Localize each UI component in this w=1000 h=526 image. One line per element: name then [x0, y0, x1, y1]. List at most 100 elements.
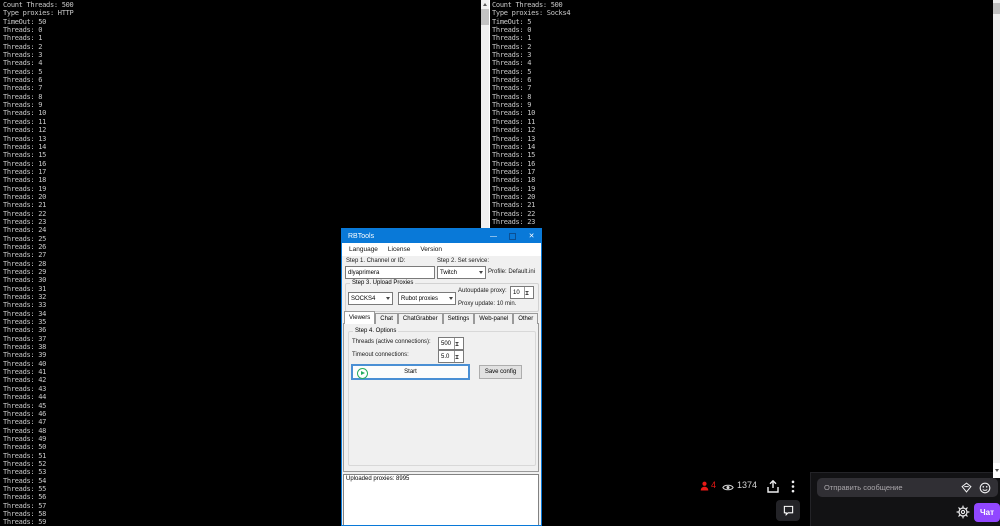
console-line: Threads: 9	[3, 101, 43, 110]
console-line: Threads: 56	[3, 493, 47, 502]
menu-license[interactable]: License	[383, 246, 415, 253]
console-line: Threads: 3	[3, 51, 43, 60]
console-line: Threads: 34	[3, 309, 47, 318]
proxy-log-textarea[interactable]: Uploaded proxies: 8995	[343, 474, 539, 525]
console-line: Threads: 6	[3, 76, 43, 85]
console-left-output: Count Threads: 500 Type proxies: HTTP Time…	[3, 1, 74, 526]
tab-chat[interactable]: Chat	[375, 313, 398, 324]
console-right-scrollbar[interactable]	[993, 0, 1000, 478]
console-line: Threads: 17	[3, 167, 47, 176]
console-line: Count Threads: 500	[3, 1, 74, 9]
threads-value: 500	[441, 340, 452, 347]
tab-other[interactable]: Other	[513, 313, 539, 324]
step3-groupbox: Step 3. Upload Proxies SOCKS4 Rubot prox…	[345, 280, 539, 312]
scroll-up-icon[interactable]	[481, 0, 489, 9]
console-line: Threads: 27	[3, 251, 47, 260]
chat-send-button[interactable]: Чат	[974, 503, 1000, 522]
console-line: TimeOut: 50	[3, 17, 47, 26]
tab-webpanel[interactable]: Web-panel	[474, 313, 514, 324]
service-select[interactable]: Twitch	[437, 266, 486, 279]
console-line: Threads: 42	[3, 376, 47, 385]
console-line: Type proxies: HTTP	[3, 9, 74, 18]
save-config-button[interactable]: Save config	[479, 365, 522, 379]
console-line: Threads: 20	[3, 192, 47, 201]
threads-spinner[interactable]: 500	[438, 337, 464, 350]
scrollbar-thumb[interactable]	[993, 3, 1000, 14]
console-line: Threads: 33	[3, 301, 47, 310]
channel-id-value: dlyaprimera	[348, 269, 380, 276]
step4-groupbox: Step 4. Options Threads (active connecti…	[348, 328, 536, 466]
proxy-source-select[interactable]: Rubot proxies	[398, 292, 456, 305]
console-line: Threads: 39	[3, 351, 47, 360]
start-button-label: Start	[404, 369, 417, 375]
spin-down-icon[interactable]	[525, 291, 533, 299]
autoupdate-label: Autoupdate proxy:	[458, 288, 507, 294]
chat-input-placeholder: Отправить сообщение	[824, 483, 903, 492]
more-options-icon[interactable]	[791, 480, 795, 493]
emote-icon[interactable]	[979, 482, 991, 494]
start-button[interactable]: Start	[351, 364, 470, 380]
profile-label: Profile: Default.ini	[488, 269, 536, 275]
console-line: Threads: 4	[492, 59, 532, 68]
console-line: Threads: 43	[3, 384, 47, 393]
chat-settings-gear-icon[interactable]	[956, 505, 970, 519]
step2-label: Step 2. Set service:	[437, 258, 490, 264]
console-line: Threads: 7	[492, 84, 532, 93]
save-button-label: Save config	[484, 369, 517, 375]
console-line: Threads: 15	[3, 151, 47, 160]
proxy-type-select[interactable]: SOCKS4	[348, 292, 393, 305]
console-line: Threads: 18	[492, 176, 536, 185]
scroll-down-icon[interactable]	[993, 463, 1000, 478]
console-line: Threads: 28	[3, 259, 47, 268]
timeout-spinner[interactable]: 5.0	[438, 350, 464, 363]
chevron-down-icon	[479, 271, 483, 274]
console-line: Threads: 54	[3, 476, 47, 485]
console-line: Threads: 47	[3, 418, 47, 427]
share-icon[interactable]	[767, 480, 779, 493]
tab-chatgrabber[interactable]: ChatGrabber	[397, 313, 443, 324]
maximize-button[interactable]	[503, 229, 522, 243]
viewer-count: 1374	[737, 480, 758, 490]
console-line: Threads: 35	[3, 318, 47, 327]
console-line: Threads: 50	[3, 443, 47, 452]
chat-panel: Отправить сообщение Чат	[810, 472, 1000, 526]
close-button[interactable]: ✕	[522, 229, 541, 243]
title-bar[interactable]: RBTools — ✕	[342, 229, 541, 243]
window-title: RBTools	[348, 232, 375, 240]
console-line: Threads: 21	[3, 201, 47, 210]
console-line: Threads: 2	[492, 42, 532, 51]
console-line: Threads: 21	[492, 201, 536, 210]
chat-message-input[interactable]: Отправить сообщение	[817, 478, 998, 497]
console-line: Threads: 11	[492, 117, 536, 126]
channel-id-input[interactable]: dlyaprimera	[345, 266, 435, 279]
menu-version[interactable]: Version	[415, 246, 447, 253]
tab-viewers[interactable]: Viewers	[344, 311, 376, 324]
chevron-down-icon	[386, 297, 390, 300]
bits-icon[interactable]	[961, 482, 972, 493]
viewers-tab-panel: Step 4. Options Threads (active connecti…	[343, 323, 539, 472]
tab-settings[interactable]: Settings	[442, 313, 475, 324]
console-line: Threads: 37	[3, 334, 47, 343]
console-line: Threads: 10	[492, 109, 536, 118]
autoupdate-spinner[interactable]: 10	[510, 286, 534, 299]
console-line: Threads: 14	[492, 142, 536, 151]
console-line: Threads: 23	[492, 217, 536, 226]
console-line: Threads: 12	[3, 126, 47, 135]
console-line: Threads: 6	[492, 76, 532, 85]
console-line: Threads: 19	[492, 184, 536, 193]
console-line: Threads: 53	[3, 468, 47, 477]
threads-label: Threads (active connections):	[352, 339, 431, 345]
console-line: Threads: 48	[3, 426, 47, 435]
scrollbar-thumb[interactable]	[481, 9, 489, 25]
console-line: Threads: 20	[492, 192, 536, 201]
console-line: Threads: 12	[492, 126, 536, 135]
console-line: Threads: 16	[3, 159, 47, 168]
console-line: Type proxies: Socks4	[492, 9, 571, 18]
console-line: Threads: 5	[3, 67, 43, 76]
minimize-button[interactable]: —	[484, 229, 503, 243]
chat-bubble-button[interactable]	[776, 500, 800, 521]
console-line: Threads: 26	[3, 242, 47, 251]
console-line: Threads: 1	[3, 34, 43, 43]
menu-language[interactable]: Language	[344, 246, 383, 253]
spin-down-icon[interactable]	[455, 355, 463, 363]
